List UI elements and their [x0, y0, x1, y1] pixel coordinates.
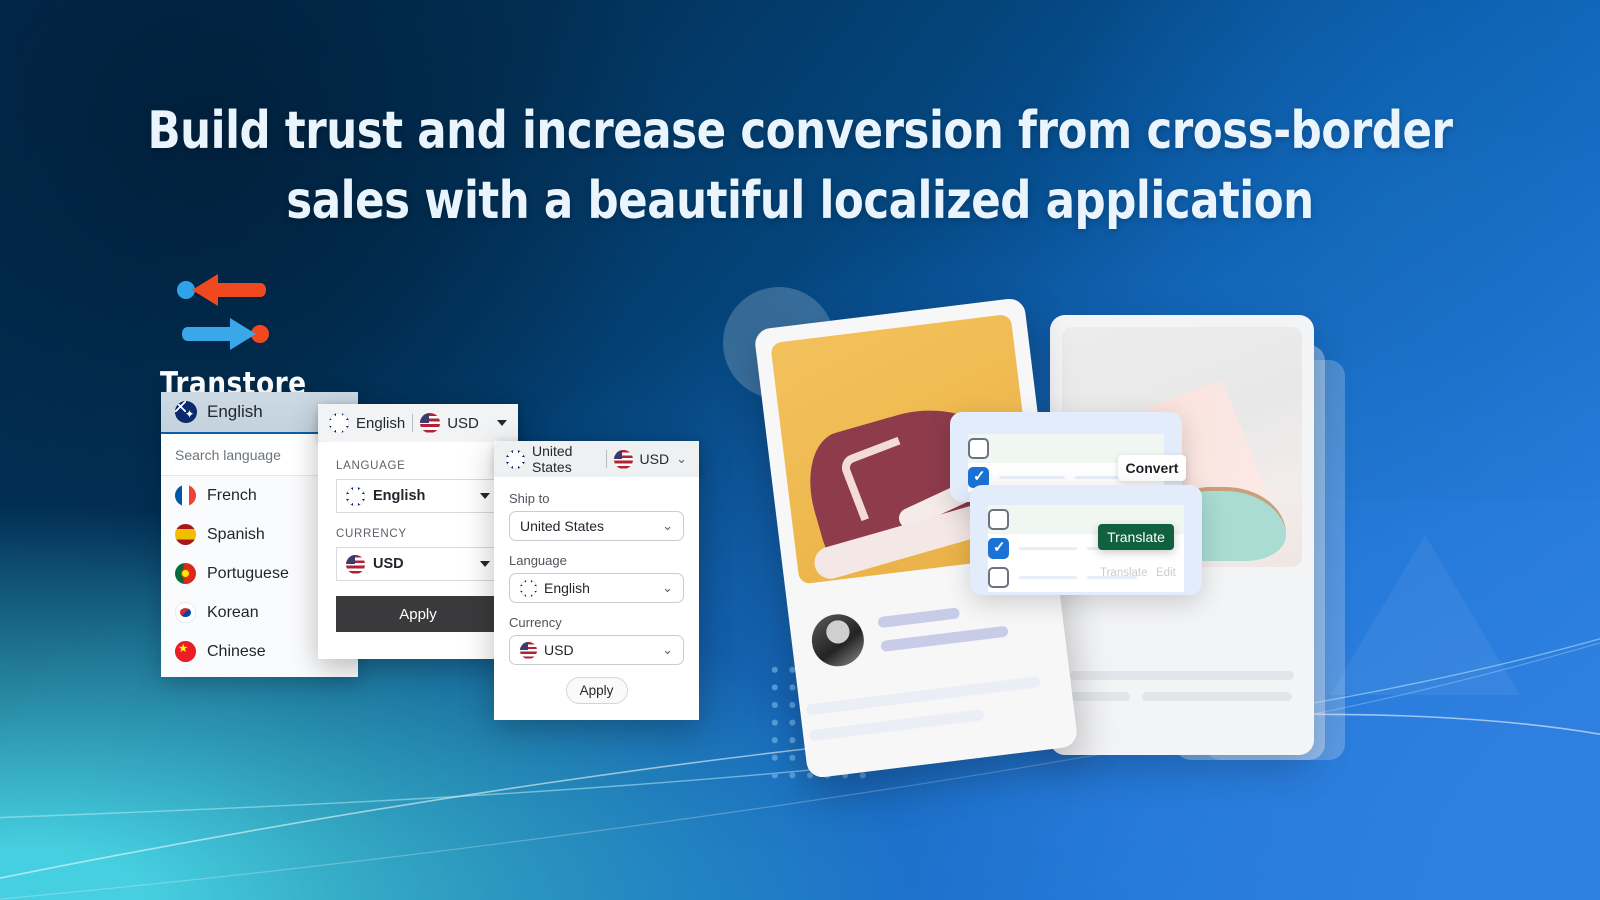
- checkbox-unchecked[interactable]: [988, 567, 1009, 588]
- ghost-edit-label: Edit: [1156, 567, 1176, 579]
- chevron-down-icon: [480, 561, 490, 567]
- pill-language-label: English: [356, 414, 406, 432]
- flag-uk-icon: [506, 449, 525, 469]
- chevron-down-icon: ⌄: [662, 580, 673, 595]
- page-title: Build trust and increase conversion from…: [147, 101, 1453, 231]
- apply-button[interactable]: Apply: [565, 677, 628, 704]
- pill-divider: [605, 450, 607, 468]
- flag-korea-icon: [175, 602, 196, 623]
- language-select-value: English: [544, 580, 590, 596]
- language-item-label: Korean: [207, 603, 259, 621]
- language-select[interactable]: English ⌄: [509, 573, 684, 603]
- checkbox-unchecked[interactable]: [988, 509, 1009, 530]
- flag-us-icon: [346, 554, 365, 574]
- currency-select-value: USD: [544, 642, 574, 658]
- chevron-down-icon: ⌄: [662, 642, 673, 657]
- currency-select[interactable]: USD ⌄: [509, 635, 684, 665]
- flag-us-icon: [520, 641, 537, 659]
- chevron-down-icon: ⌄: [662, 518, 673, 533]
- mock-overlay-translate: Translate Translate Edit: [970, 485, 1202, 595]
- flag-us-icon: [613, 449, 633, 469]
- chevron-down-icon: ⌄: [676, 451, 687, 466]
- language-item-label: Spanish: [207, 525, 265, 543]
- decorative-triangle: [1330, 535, 1520, 695]
- avatar: [808, 611, 867, 670]
- currency-field-label: CURRENCY: [336, 528, 407, 540]
- translate-button[interactable]: Translate: [1098, 524, 1174, 550]
- language-select[interactable]: English: [336, 479, 500, 513]
- flag-uk-icon: [346, 486, 365, 506]
- language-currency-pill[interactable]: English USD: [318, 404, 518, 442]
- pill-divider: [412, 414, 414, 432]
- apply-button[interactable]: Apply: [336, 596, 500, 632]
- flag-france-icon: [175, 485, 196, 506]
- ship-to-select[interactable]: United States ⌄: [509, 511, 684, 541]
- checkbox-checked[interactable]: [988, 538, 1009, 559]
- language-field-label: Language: [509, 553, 567, 568]
- chevron-down-icon: [497, 420, 507, 426]
- language-currency-panel: English USD LANGUAGE English CURRENCY US…: [318, 404, 518, 659]
- selected-language-label: English: [207, 402, 263, 421]
- flag-us-icon: [420, 413, 441, 433]
- flag-uk-icon: [329, 413, 349, 433]
- language-item-label: French: [207, 486, 257, 504]
- pill-currency-label: USD: [447, 414, 479, 432]
- flag-china-icon: [175, 641, 196, 662]
- pill-country-label: United States: [532, 443, 573, 475]
- currency-field-label: Currency: [509, 615, 562, 630]
- logo-arrows-icon: [174, 268, 274, 360]
- flag-uk-icon: [520, 579, 537, 597]
- chevron-down-icon: [480, 493, 490, 499]
- convert-button[interactable]: Convert: [1118, 455, 1186, 481]
- flag-australia-icon: [175, 401, 197, 423]
- checkbox-unchecked[interactable]: [968, 438, 989, 459]
- flag-spain-icon: [175, 524, 196, 545]
- language-item-label: Chinese: [207, 642, 266, 660]
- currency-select[interactable]: USD: [336, 547, 500, 581]
- hero-banner: Build trust and increase conversion from…: [0, 0, 1600, 900]
- ship-to-field-label: Ship to: [509, 491, 550, 506]
- ship-to-pill[interactable]: United States USD ⌄: [494, 441, 699, 477]
- language-item-label: Portuguese: [207, 564, 289, 582]
- ship-to-panel: United States USD ⌄ Ship to United State…: [494, 441, 699, 720]
- brand-logo: Transtore: [158, 268, 306, 402]
- ship-to-select-value: United States: [520, 518, 605, 534]
- pill-currency-label: USD: [639, 451, 670, 467]
- ghost-translate-label: Translate: [1100, 567, 1148, 579]
- language-select-value: English: [373, 488, 426, 504]
- flag-portugal-icon: [175, 563, 196, 584]
- language-field-label: LANGUAGE: [336, 460, 406, 472]
- currency-select-value: USD: [373, 556, 404, 572]
